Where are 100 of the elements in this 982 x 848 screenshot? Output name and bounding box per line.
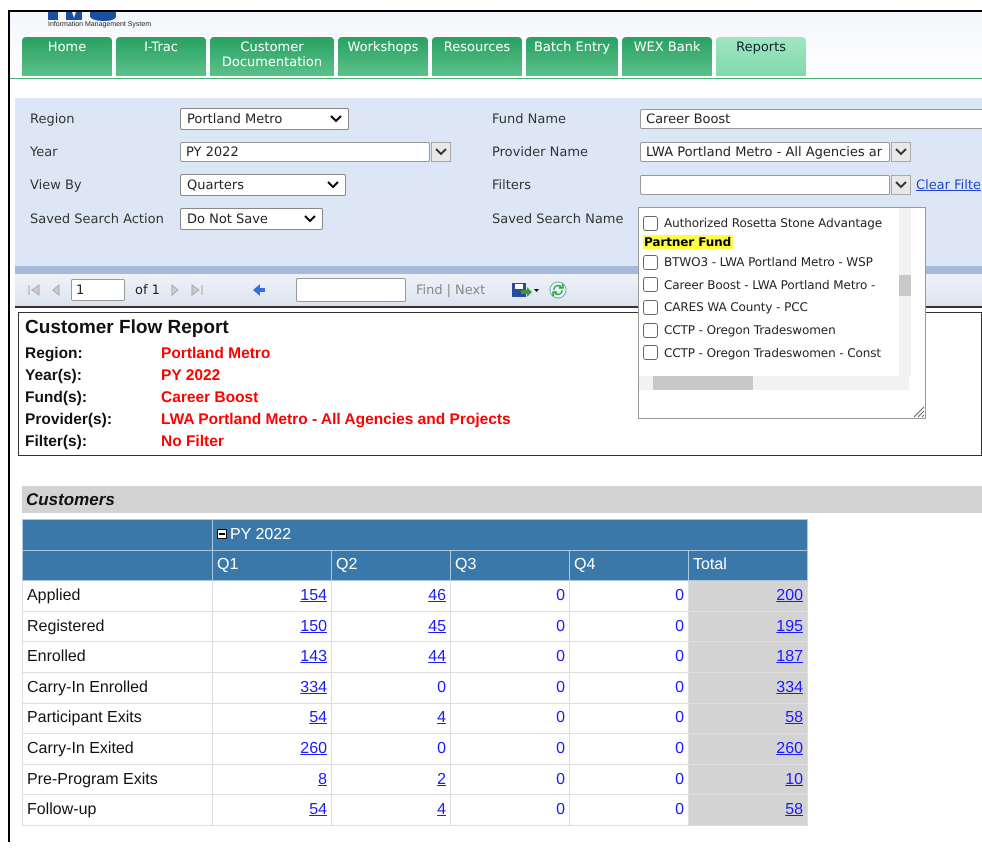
count-link[interactable]: 54: [309, 801, 327, 818]
field-label: Saved Search Name: [492, 212, 624, 226]
column-header: Q3: [450, 550, 570, 581]
dropdown-button[interactable]: [891, 175, 911, 195]
count-link[interactable]: 143: [300, 648, 327, 666]
group-header-cell: PY 2022: [212, 520, 808, 550]
back-arrow-icon[interactable]: [252, 283, 266, 297]
filter-option[interactable]: BTWO3 - LWA Portland Metro - WSP: [643, 250, 873, 274]
count-link[interactable]: 44: [428, 648, 446, 666]
count-link[interactable]: 58: [785, 801, 803, 818]
chevron-icon: [330, 115, 342, 123]
chevron-icon: [895, 181, 907, 189]
count-value: 0: [556, 709, 565, 726]
chevron-icon: [435, 148, 447, 156]
report-field-value: Portland Metro: [161, 344, 270, 364]
filter-option[interactable]: CCTP - Oregon Tradeswomen: [643, 318, 836, 342]
filter-option[interactable]: Career Boost - LWA Portland Metro -: [643, 273, 876, 296]
row-label: Pre-Program Exits: [22, 764, 212, 795]
report-field-label: Region:: [25, 344, 84, 364]
checkbox[interactable]: [643, 345, 658, 360]
section-header: Customers: [22, 486, 982, 513]
count-value: 0: [675, 801, 684, 818]
report-field-label: Provider(s):: [25, 410, 113, 430]
count-value: 0: [675, 740, 684, 757]
year-field[interactable]: PY 2022: [180, 142, 430, 162]
filter-option[interactable]: CCTP - Oregon Tradeswomen - Const: [643, 341, 882, 364]
resize-grip-icon[interactable]: [911, 404, 925, 418]
nav-tab[interactable]: Reports: [716, 37, 806, 76]
count-link[interactable]: 8: [318, 770, 327, 788]
checkbox[interactable]: [643, 254, 658, 270]
field-label: Provider Name: [492, 144, 590, 160]
collapse-icon[interactable]: [217, 528, 227, 539]
dropdown-button[interactable]: [431, 142, 451, 162]
count-value: 0: [556, 648, 565, 666]
toolbar-separator: |: [446, 282, 451, 298]
count-link[interactable]: 10: [785, 770, 803, 788]
count-link[interactable]: 154: [300, 586, 327, 604]
fund-name-field[interactable]: Career Boost: [640, 109, 982, 129]
count-link[interactable]: 54: [309, 709, 327, 726]
count-link[interactable]: 187: [776, 648, 803, 666]
chevron-icon: [304, 215, 316, 223]
count-link[interactable]: 150: [300, 618, 327, 635]
find-field[interactable]: [296, 278, 406, 302]
column-header: Q4: [570, 550, 688, 581]
count-value: 0: [556, 740, 565, 757]
filter-option[interactable]: CARES WA County - PCC: [643, 296, 808, 319]
row-label: Participant Exits: [22, 703, 212, 734]
checkbox[interactable]: [643, 322, 658, 338]
count-link[interactable]: 4: [437, 801, 446, 818]
group-heading: Partner Fund: [643, 234, 734, 249]
count-link[interactable]: 2: [437, 770, 446, 788]
count-link[interactable]: 195: [776, 618, 803, 635]
horizontal-scrollbar[interactable]: [639, 376, 909, 390]
clear-filter-link[interactable]: Clear Filte: [916, 178, 981, 192]
count-value: 0: [556, 618, 565, 635]
filters-field[interactable]: [640, 175, 890, 195]
row-label: Registered: [22, 611, 212, 642]
count-value: 0: [675, 678, 684, 696]
field-label: Year: [30, 144, 59, 160]
saved-search-select[interactable]: Do Not Save: [180, 208, 323, 230]
count-link[interactable]: 45: [428, 618, 446, 635]
report-field-value: No Filter: [161, 432, 224, 452]
report-field-value: LWA Portland Metro - All Agencies and Projects: [161, 410, 511, 430]
checkbox[interactable]: [643, 277, 658, 292]
count-link[interactable]: 4: [437, 709, 446, 726]
page-count: of 1: [135, 282, 160, 298]
report-field-value: PY 2022: [161, 366, 220, 386]
vertical-scrollbar[interactable]: [899, 208, 911, 376]
count-value: 0: [675, 618, 684, 635]
count-link[interactable]: 334: [776, 678, 803, 696]
count-value: 0: [556, 770, 565, 788]
count-link[interactable]: 334: [300, 678, 327, 696]
filter-option[interactable]: Authorized Rosetta Stone Advantage: [643, 212, 882, 235]
field-label: Filters: [492, 178, 532, 192]
refresh-icon[interactable]: [549, 281, 568, 299]
chevron-icon: [895, 148, 907, 156]
count-value: 0: [675, 586, 684, 604]
checkbox[interactable]: [643, 300, 658, 315]
report-field-value: Career Boost: [161, 388, 258, 408]
dropdown-button[interactable]: [891, 142, 911, 162]
region-select[interactable]: Portland Metro: [180, 108, 349, 130]
view-by-select[interactable]: Quarters: [180, 174, 346, 196]
row-label: Enrolled: [22, 642, 212, 672]
provider-field[interactable]: LWA Portland Metro - All Agencies ar: [640, 142, 890, 162]
field-label: Region: [30, 112, 76, 126]
count-link[interactable]: 260: [776, 740, 803, 757]
count-link[interactable]: 200: [776, 586, 803, 604]
checkbox[interactable]: [643, 216, 658, 231]
row-label: Carry-In Enrolled: [22, 672, 212, 704]
chevron-icon: [327, 181, 339, 189]
count-value: 0: [675, 770, 684, 788]
row-label: Carry-In Exited: [22, 734, 212, 764]
report-title: Customer Flow Report: [25, 317, 229, 339]
count-link[interactable]: 46: [428, 586, 446, 604]
count-link[interactable]: 260: [300, 740, 327, 757]
count-value: 0: [675, 709, 684, 726]
count-value: 0: [556, 801, 565, 818]
page-number-field[interactable]: 1: [71, 279, 125, 301]
count-link[interactable]: 58: [785, 709, 803, 726]
save-icon[interactable]: [511, 282, 540, 298]
